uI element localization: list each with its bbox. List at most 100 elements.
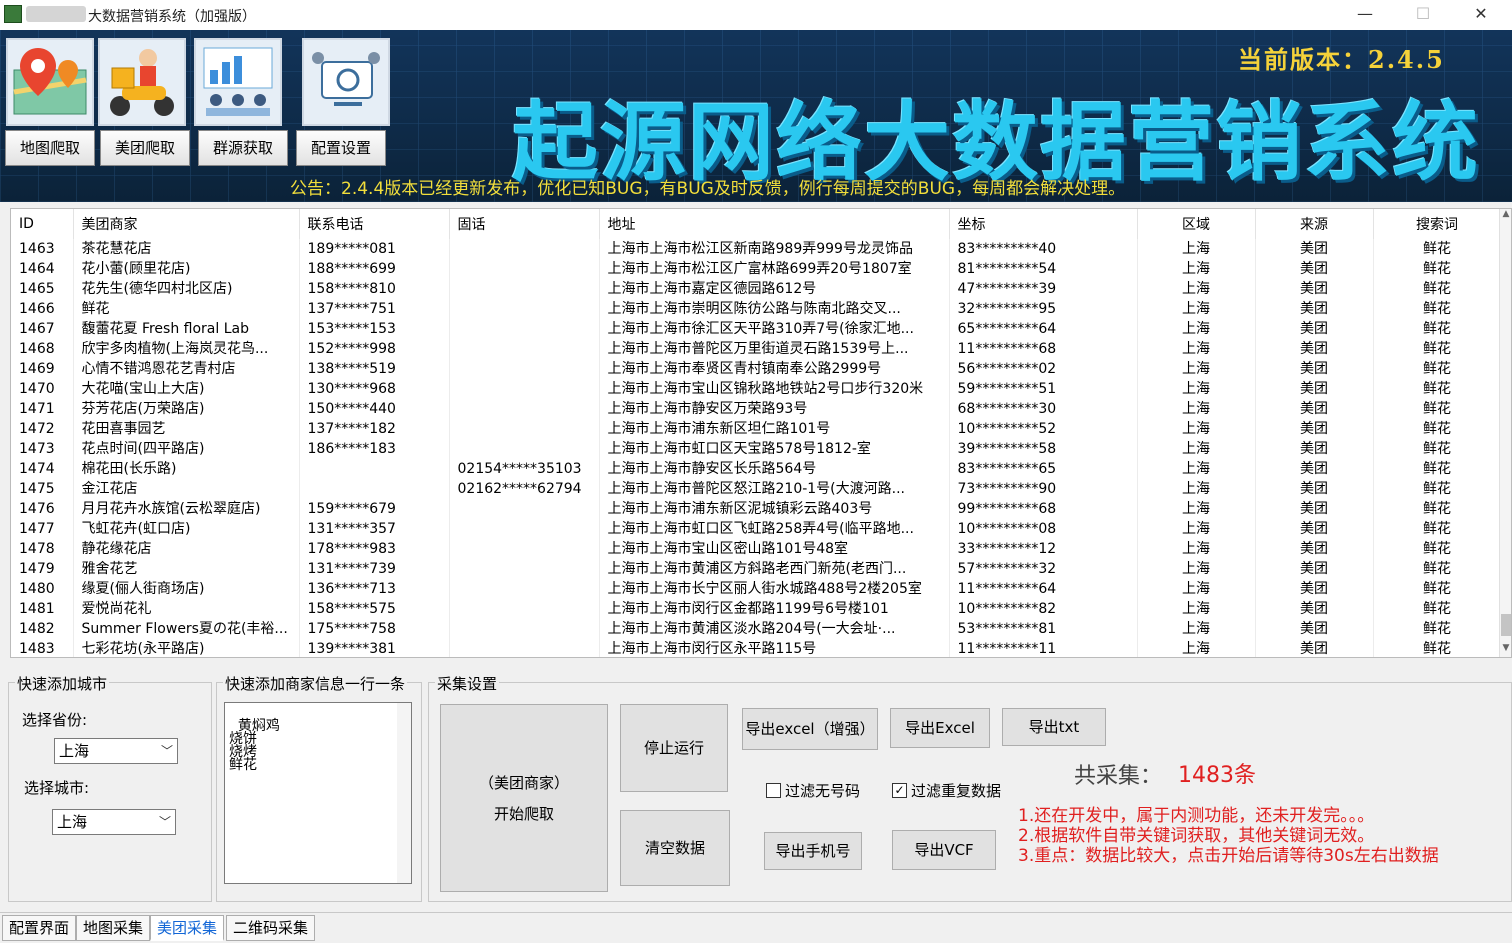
tab-meituan-collect[interactable]: 美团采集 <box>150 915 225 941</box>
table-row[interactable]: 1464 花小蕾(顾里花店) 188*****699 上海市上海市松江区广富林路699… <box>11 259 1502 279</box>
table-cell: 39*********58 <box>949 439 1138 459</box>
table-cell: 1464 <box>11 259 74 279</box>
table-row[interactable]: 1463 茶花慧花店 189*****081 上海市上海市松江区新南路989弄999号… <box>11 239 1502 259</box>
results-table[interactable]: ID 美团商家 联系电话 固话 地址 坐标 区域 来源 搜索词 1463 茶花慧花店 189****… <box>10 208 1512 658</box>
filter-duplicate-label: 过滤重复数据 <box>911 782 1002 800</box>
minimize-button[interactable]: — <box>1336 0 1394 30</box>
column-header[interactable]: 联系电话 <box>299 209 450 239</box>
column-header[interactable]: 地址 <box>599 209 950 239</box>
column-header[interactable]: 区域 <box>1137 209 1256 239</box>
export-excel-button[interactable]: 导出Excel <box>890 708 990 748</box>
table-cell: 美团 <box>1255 259 1374 279</box>
version-label: 当前版本：2.4.5 <box>1238 45 1445 74</box>
export-vcf-button[interactable]: 导出VCF <box>892 830 996 870</box>
table-cell: 鲜花 <box>1373 319 1502 339</box>
export-excel-plus-button[interactable]: 导出excel（增强） <box>742 708 878 750</box>
merchant-keywords-textarea[interactable]: 黄焖鸡 烧饼 烧烤 鲜花 <box>224 702 412 884</box>
table-cell: 83*********40 <box>949 239 1138 259</box>
table-cell: 美团 <box>1255 599 1374 619</box>
column-header[interactable]: 美团商家 <box>73 209 300 239</box>
table-cell: 上海市上海市闵行区永平路115号 <box>599 639 950 657</box>
table-row[interactable]: 1474 棉花田(长乐路) 02154*****35103 上海市上海市静安区长乐路5… <box>11 459 1502 479</box>
tab-config[interactable]: 配置界面 <box>2 915 77 941</box>
table-row[interactable]: 1467 馥蕾花夏 Fresh floral Lab 153*****153 上海市上… <box>11 319 1502 339</box>
table-cell: 1463 <box>11 239 74 259</box>
clear-data-button[interactable]: 清空数据 <box>620 810 730 886</box>
settings-tile[interactable] <box>302 38 390 126</box>
table-cell: 68*********30 <box>949 399 1138 419</box>
column-header[interactable]: ID <box>11 209 74 239</box>
province-select[interactable]: 上海 ﹀ <box>54 738 178 764</box>
table-row[interactable]: 1476 月月花卉水族馆(云松翠庭店) 159*****679 上海市上海市浦东新区泥… <box>11 499 1502 519</box>
table-row[interactable]: 1471 芬芳花店(万荣路店) 150*****440 上海市上海市静安区万荣路93号… <box>11 399 1502 419</box>
tab-map-collect[interactable]: 地图采集 <box>76 915 151 941</box>
table-cell: 上海 <box>1137 259 1256 279</box>
nav-map-crawl-button[interactable]: 地图爬取 <box>5 130 95 166</box>
table-row[interactable]: 1469 心情不错鸿恩花艺青村店 138*****519 上海市上海市奉贤区青村镇南奉… <box>11 359 1502 379</box>
export-phone-button[interactable]: 导出手机号 <box>764 832 862 870</box>
filter-duplicate-box[interactable]: ✓ <box>892 783 907 798</box>
column-header[interactable]: 搜索词 <box>1373 209 1502 239</box>
table-row[interactable]: 1465 花先生(德华四村北区店) 158*****810 上海市上海市嘉定区德园路6… <box>11 279 1502 299</box>
filter-duplicate-checkbox[interactable]: ✓ 过滤重复数据 <box>892 780 1001 801</box>
table-row[interactable]: 1479 雅舍花艺 131*****739 上海市上海市黄浦区方斜路老西门新苑(老西门… <box>11 559 1502 579</box>
table-cell: 上海市上海市普陀区万里街道灵石路1539号上... <box>599 339 950 359</box>
table-row[interactable]: 1480 缘夏(俪人街商场店) 136*****713 上海市上海市长宁区丽人街水城路… <box>11 579 1502 599</box>
table-cell <box>449 419 600 439</box>
table-cell: 1483 <box>11 639 74 657</box>
group-source-tile[interactable] <box>194 38 282 126</box>
header-banner: 地图爬取 美团爬取 群源获取 配置设置 当前版本：2.4.5 起源网络大数据营销… <box>0 30 1512 202</box>
nav-meituan-crawl-button[interactable]: 美团爬取 <box>100 130 190 166</box>
table-cell: 上海 <box>1137 319 1256 339</box>
table-cell: 七彩花坊(永平路店) <box>73 639 300 657</box>
column-header[interactable]: 坐标 <box>949 209 1138 239</box>
tab-qrcode-collect[interactable]: 二维码采集 <box>226 915 316 941</box>
meituan-crawl-tile[interactable] <box>98 38 186 126</box>
map-pin-icon <box>13 48 87 115</box>
table-cell: 33*********12 <box>949 539 1138 559</box>
table-row[interactable]: 1482 Summer Flowers夏の花(丰裕... 175*****758 上海… <box>11 619 1502 639</box>
table-row[interactable]: 1472 花田喜事园艺 137*****182 上海市上海市浦东新区坦仁路101号 10… <box>11 419 1502 439</box>
table-row[interactable]: 1473 花点时间(四平路店) 186*****183 上海市上海市虹口区天宝路578… <box>11 439 1502 459</box>
city-select[interactable]: 上海 ﹀ <box>52 809 176 835</box>
column-header[interactable]: 固话 <box>449 209 600 239</box>
table-row[interactable]: 1470 大花喵(宝山上大店) 130*****968 上海市上海市宝山区锦秋路地铁站… <box>11 379 1502 399</box>
table-row[interactable]: 1481 爱悦尚花礼 158*****575 上海市上海市闵行区金都路1199号6号楼… <box>11 599 1502 619</box>
stop-button[interactable]: 停止运行 <box>620 704 728 792</box>
table-cell: 鲜花 <box>1373 639 1502 657</box>
table-row[interactable]: 1477 飞虹花卉(虹口店) 131*****357 上海市上海市虹口区飞虹路258弄… <box>11 519 1502 539</box>
column-header[interactable]: 来源 <box>1255 209 1374 239</box>
scrollbar-thumb[interactable] <box>1501 614 1511 636</box>
nav-group-source-button[interactable]: 群源获取 <box>198 130 288 166</box>
table-cell: 137*****751 <box>299 299 450 319</box>
filter-no-phone-box[interactable] <box>766 783 781 798</box>
nav-settings-button[interactable]: 配置设置 <box>296 130 386 166</box>
scroll-up-icon[interactable]: ▲ <box>1500 209 1511 223</box>
table-cell: 美团 <box>1255 559 1374 579</box>
table-scrollbar[interactable]: ▲ ▼ <box>1499 209 1511 657</box>
export-txt-button[interactable]: 导出txt <box>1002 708 1106 746</box>
start-crawl-button[interactable]: （美团商家） 开始爬取 <box>440 704 608 892</box>
table-cell: 59*********51 <box>949 379 1138 399</box>
table-row[interactable]: 1478 静花缘花店 178*****983 上海市上海市宝山区密山路101号48室 3… <box>11 539 1502 559</box>
table-row[interactable]: 1475 金江花店 02162*****62794 上海市上海市普陀区怒江路210-1… <box>11 479 1502 499</box>
table-cell: 83*********65 <box>949 459 1138 479</box>
table-cell: 136*****713 <box>299 579 450 599</box>
table-cell: 雅舍花艺 <box>73 559 300 579</box>
table-cell: 1478 <box>11 539 74 559</box>
table-cell: 美团 <box>1255 619 1374 639</box>
table-cell: 鲜花 <box>1373 459 1502 479</box>
table-row[interactable]: 1483 七彩花坊(永平路店) 139*****381 上海市上海市闵行区永平路115… <box>11 639 1502 657</box>
filter-no-phone-checkbox[interactable]: 过滤无号码 <box>766 780 860 801</box>
textarea-scrollbar[interactable] <box>397 703 411 883</box>
table-row[interactable]: 1468 欣宇多肉植物(上海岚灵花鸟... 152*****998 上海市上海市普陀区… <box>11 339 1502 359</box>
close-button[interactable]: ✕ <box>1452 0 1510 30</box>
map-crawl-tile[interactable] <box>6 38 94 126</box>
table-cell: 65*********64 <box>949 319 1138 339</box>
scroll-down-icon[interactable]: ▼ <box>1500 643 1511 657</box>
table-cell: 32*********95 <box>949 299 1138 319</box>
table-cell: 鲜花 <box>1373 259 1502 279</box>
bottom-tabs: 配置界面 地图采集 美团采集 二维码采集 <box>0 912 1512 943</box>
table-cell: 花小蕾(顾里花店) <box>73 259 300 279</box>
table-row[interactable]: 1466 鲜花 137*****751 上海市上海市崇明区陈彷公路与陈南北路交叉...… <box>11 299 1502 319</box>
